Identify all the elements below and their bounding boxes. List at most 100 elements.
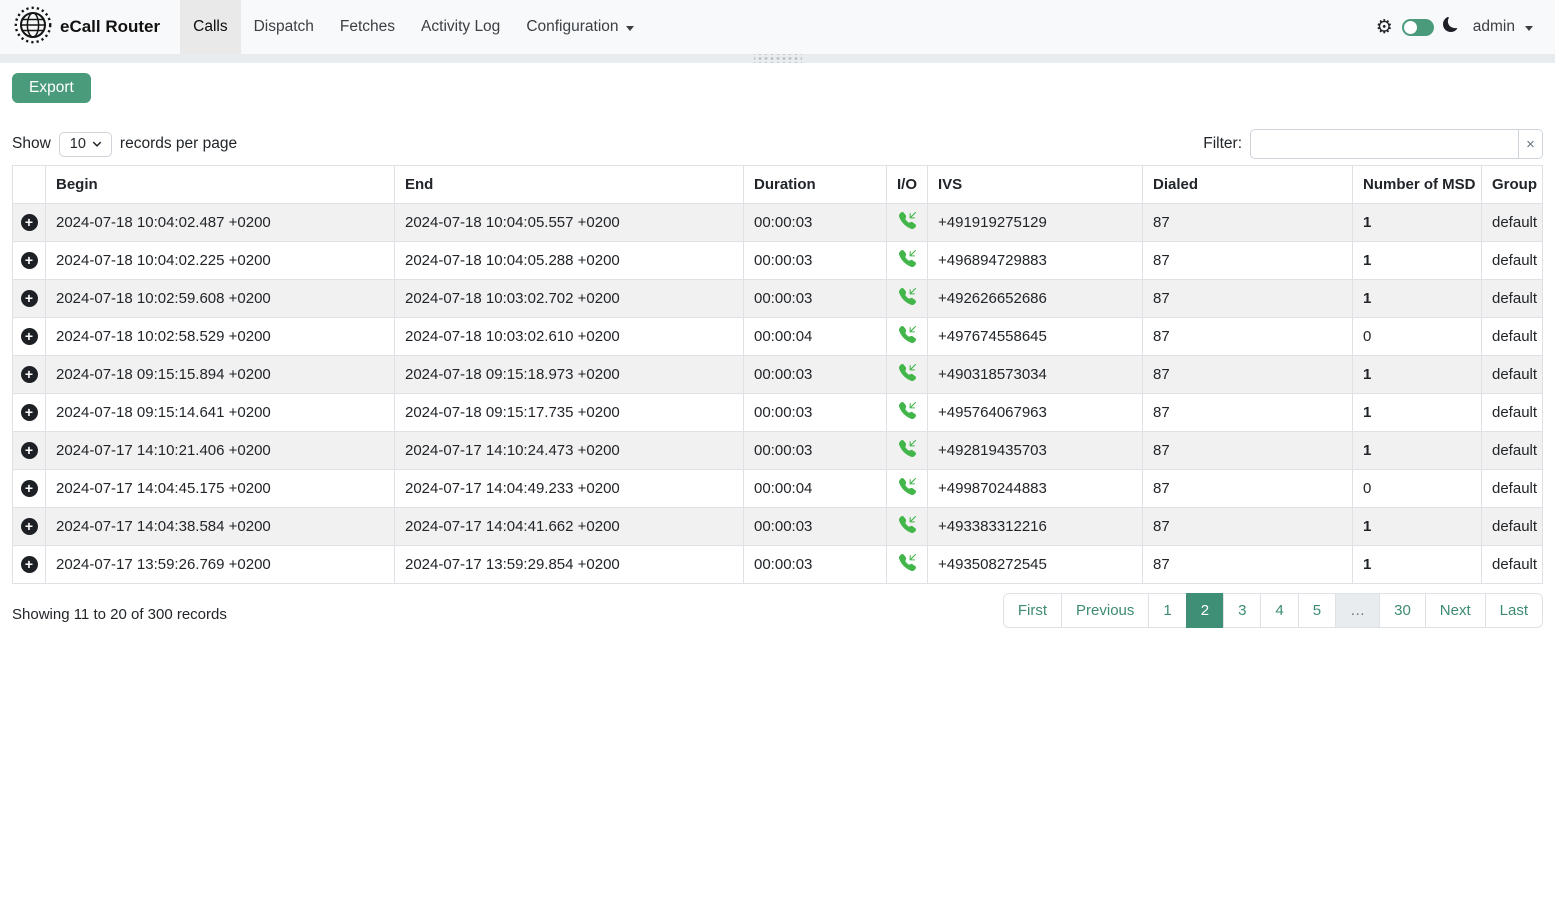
group-cell: default (1482, 470, 1543, 508)
moon-icon[interactable] (1443, 17, 1458, 37)
dialed-cell: 87 (1143, 394, 1353, 432)
expand-row-button[interactable]: + (21, 480, 38, 497)
gear-icon[interactable]: ⚙ (1376, 18, 1393, 37)
begin-cell: 2024-07-18 10:02:59.608 +0200 (46, 280, 395, 318)
col-io[interactable]: I/O (887, 166, 928, 204)
begin-cell: 2024-07-18 09:15:15.894 +0200 (46, 356, 395, 394)
ivs-cell: +493508272545 (928, 546, 1143, 584)
msd-cell: 0 (1353, 318, 1482, 356)
dialed-cell: 87 (1143, 546, 1353, 584)
expand-row-button[interactable]: + (21, 366, 38, 383)
end-cell: 2024-07-18 10:03:02.702 +0200 (395, 280, 744, 318)
group-cell: default (1482, 242, 1543, 280)
ivs-cell: +490318573034 (928, 356, 1143, 394)
pagination-next[interactable]: Next (1425, 593, 1486, 628)
user-menu[interactable]: admin (1473, 18, 1533, 36)
expand-row-button[interactable]: + (21, 214, 38, 231)
pagination-page-1[interactable]: 1 (1148, 593, 1186, 628)
nav-item-calls[interactable]: Calls (180, 0, 240, 54)
begin-cell: 2024-07-18 10:04:02.225 +0200 (46, 242, 395, 280)
nav-item-activity-log[interactable]: Activity Log (408, 0, 513, 54)
pagination-page-2[interactable]: 2 (1186, 593, 1224, 628)
nav-item-configuration[interactable]: Configuration (513, 0, 646, 54)
expand-row-button[interactable]: + (21, 252, 38, 269)
end-cell: 2024-07-17 13:59:29.854 +0200 (395, 546, 744, 584)
col-msd[interactable]: Number of MSD (1353, 166, 1482, 204)
expand-cell: + (13, 318, 46, 356)
chevron-down-icon (92, 139, 102, 149)
nav-item-fetches[interactable]: Fetches (327, 0, 408, 54)
msd-cell: 1 (1353, 432, 1482, 470)
user-name: admin (1473, 18, 1515, 36)
nav-item-label: Configuration (526, 18, 618, 36)
pagination-page-5[interactable]: 5 (1298, 593, 1336, 628)
filter-input[interactable] (1250, 129, 1518, 159)
pagination-first[interactable]: First (1003, 593, 1062, 628)
nav-item-dispatch[interactable]: Dispatch (241, 0, 327, 54)
duration-cell: 00:00:03 (744, 356, 887, 394)
ivs-cell: +499870244883 (928, 470, 1143, 508)
expand-cell: + (13, 508, 46, 546)
page-size-control: Show 10 records per page (12, 132, 237, 157)
begin-cell: 2024-07-17 13:59:26.769 +0200 (46, 546, 395, 584)
begin-cell: 2024-07-18 09:15:14.641 +0200 (46, 394, 395, 432)
export-button[interactable]: Export (12, 73, 91, 103)
col-duration[interactable]: Duration (744, 166, 887, 204)
panel-divider (0, 54, 1555, 63)
table-footer: Showing 11 to 20 of 300 records FirstPre… (12, 592, 1543, 628)
filter-clear-button[interactable]: × (1518, 129, 1543, 159)
pagination-previous[interactable]: Previous (1061, 593, 1149, 628)
group-cell: default (1482, 356, 1543, 394)
col-begin[interactable]: Begin (46, 166, 395, 204)
theme-toggle[interactable] (1402, 19, 1434, 36)
incoming-call-icon (899, 516, 916, 533)
pagination: FirstPrevious12345…30NextLast (1003, 593, 1543, 628)
dialed-cell: 87 (1143, 318, 1353, 356)
resize-handle-icon[interactable] (754, 54, 802, 63)
col-ivs[interactable]: IVS (928, 166, 1143, 204)
chevron-down-icon (1525, 26, 1533, 31)
pagination-last[interactable]: Last (1485, 593, 1543, 628)
nav-item-label: Fetches (340, 18, 395, 36)
table-row: +2024-07-17 13:59:26.769 +02002024-07-17… (13, 546, 1543, 584)
pagination-page-30[interactable]: 30 (1379, 593, 1426, 628)
incoming-call-icon (899, 250, 916, 267)
pagination-page-3[interactable]: 3 (1223, 593, 1261, 628)
expand-row-button[interactable]: + (21, 328, 38, 345)
expand-row-button[interactable]: + (21, 556, 38, 573)
table-row: +2024-07-18 10:02:59.608 +02002024-07-18… (13, 280, 1543, 318)
io-cell (887, 318, 928, 356)
expand-row-button[interactable]: + (21, 518, 38, 535)
begin-cell: 2024-07-17 14:10:21.406 +0200 (46, 432, 395, 470)
end-cell: 2024-07-17 14:04:49.233 +0200 (395, 470, 744, 508)
table-header-row: Begin End Duration I/O IVS Dialed Number… (13, 166, 1543, 204)
app-title: eCall Router (60, 17, 160, 37)
table-row: +2024-07-17 14:04:38.584 +02002024-07-17… (13, 508, 1543, 546)
col-end[interactable]: End (395, 166, 744, 204)
msd-cell: 1 (1353, 280, 1482, 318)
main-nav: CallsDispatch Fetches Activity Log Configur… (180, 0, 646, 54)
col-dialed[interactable]: Dialed (1143, 166, 1353, 204)
table-row: +2024-07-18 10:04:02.225 +02002024-07-18… (13, 242, 1543, 280)
msd-cell: 1 (1353, 394, 1482, 432)
incoming-call-icon (899, 440, 916, 457)
col-group[interactable]: Group (1482, 166, 1543, 204)
content: Export Show 10 records per page Filter: … (0, 63, 1555, 628)
table-row: +2024-07-18 09:15:15.894 +02002024-07-18… (13, 356, 1543, 394)
expand-row-button[interactable]: + (21, 290, 38, 307)
dialed-cell: 87 (1143, 204, 1353, 242)
io-cell (887, 356, 928, 394)
group-cell: default (1482, 432, 1543, 470)
ivs-cell: +492626652686 (928, 280, 1143, 318)
io-cell (887, 470, 928, 508)
show-label: Show (12, 135, 51, 153)
end-cell: 2024-07-18 09:15:18.973 +0200 (395, 356, 744, 394)
col-control (13, 166, 46, 204)
expand-row-button[interactable]: + (21, 442, 38, 459)
page-size-select[interactable]: 10 (59, 132, 112, 157)
expand-row-button[interactable]: + (21, 404, 38, 421)
expand-cell: + (13, 242, 46, 280)
nav-item-label: Activity Log (421, 18, 500, 36)
ivs-cell: +492819435703 (928, 432, 1143, 470)
pagination-page-4[interactable]: 4 (1260, 593, 1298, 628)
